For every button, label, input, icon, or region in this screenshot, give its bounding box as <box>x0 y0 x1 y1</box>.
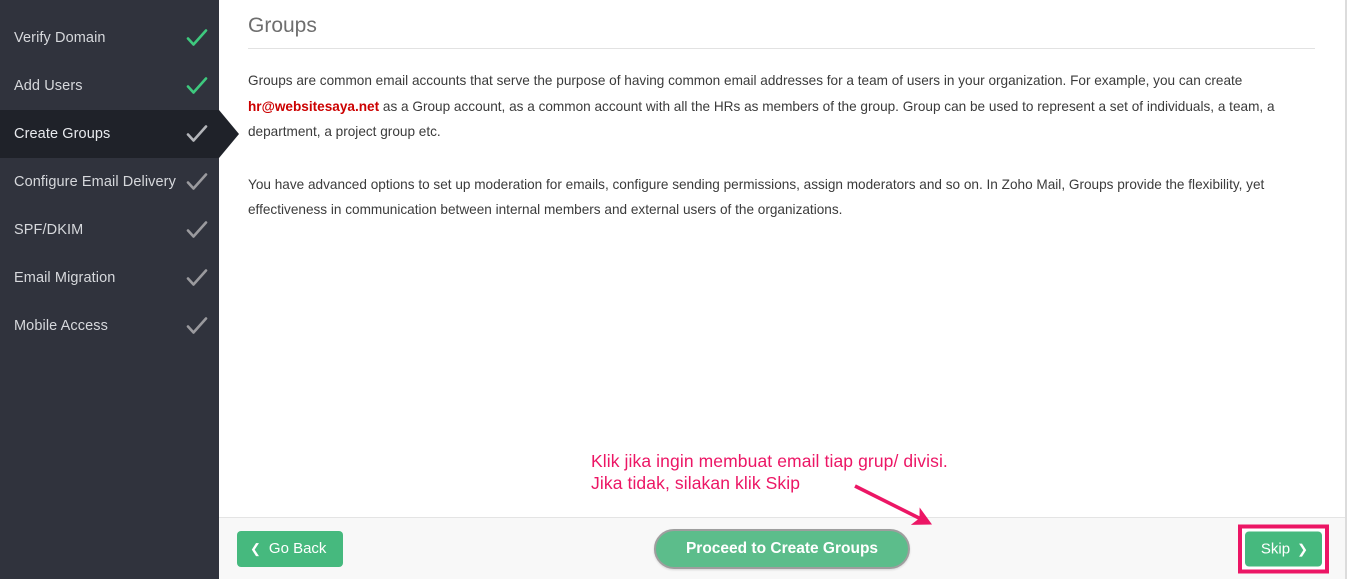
sidebar-item-label: SPF/DKIM <box>14 221 84 238</box>
sidebar-item-mobile-access[interactable]: Mobile Access <box>0 302 219 350</box>
groups-description-section: Groups Groups are common email accounts … <box>219 0 1345 517</box>
main-content-panel: Groups Groups are common email accounts … <box>219 0 1347 579</box>
proceed-button-label: Proceed to Create Groups <box>685 539 879 557</box>
paragraph-1-text-after: as a Group account, as a common account … <box>248 98 1275 140</box>
check-icon <box>181 170 219 194</box>
groups-paragraph-1: Groups are common email accounts that se… <box>248 68 1308 145</box>
sidebar-item-add-users[interactable]: Add Users <box>0 62 219 110</box>
wizard-footer-bar: ❮ Go Back Proceed to Create Groups Skip … <box>219 517 1345 579</box>
check-icon <box>181 26 219 50</box>
skip-button[interactable]: Skip ❯ <box>1244 531 1322 566</box>
setup-steps-sidebar: Verify Domain Add Users Create Groups Co… <box>0 0 239 579</box>
sidebar-item-verify-domain[interactable]: Verify Domain <box>0 14 219 62</box>
skip-button-highlight-box: Skip ❯ <box>1237 524 1329 573</box>
go-back-button-label: Go Back <box>268 540 327 557</box>
check-icon <box>181 74 219 98</box>
skip-button-label: Skip <box>1260 540 1291 557</box>
check-icon <box>181 314 219 338</box>
setup-wizard-page: Verify Domain Add Users Create Groups Co… <box>0 0 1347 579</box>
check-icon <box>181 122 219 146</box>
sidebar-item-create-groups[interactable]: Create Groups <box>0 110 239 158</box>
sidebar-item-label: Create Groups <box>14 125 111 142</box>
page-title: Groups <box>248 14 1315 50</box>
sidebar-item-label: Email Migration <box>14 269 116 286</box>
chevron-right-icon: ❯ <box>1297 541 1308 556</box>
sidebar-item-label: Verify Domain <box>14 29 106 46</box>
chevron-left-icon: ❮ <box>250 541 261 556</box>
go-back-button[interactable]: ❮ Go Back <box>237 530 344 567</box>
sidebar-item-email-migration[interactable]: Email Migration <box>0 254 219 302</box>
sidebar-item-label: Add Users <box>14 77 83 94</box>
annotation-note-text: Klik jika ingin membuat email tiap grup/… <box>591 451 948 493</box>
example-group-email-link[interactable]: hr@websitesaya.net <box>248 99 379 114</box>
paragraph-1-text-before: Groups are common email accounts that se… <box>248 73 1243 89</box>
sidebar-item-configure-email-delivery[interactable]: Configure Email Delivery <box>0 158 219 206</box>
sidebar-item-spf-dkim[interactable]: SPF/DKIM <box>0 206 219 254</box>
groups-paragraph-2: You have advanced options to set up mode… <box>248 176 1265 218</box>
check-icon <box>181 218 219 242</box>
active-step-pointer-icon <box>219 110 239 158</box>
sidebar-item-label: Configure Email Delivery <box>14 173 176 190</box>
check-icon <box>181 266 219 290</box>
sidebar-item-label: Mobile Access <box>14 317 108 334</box>
proceed-to-create-groups-button[interactable]: Proceed to Create Groups <box>653 528 911 569</box>
